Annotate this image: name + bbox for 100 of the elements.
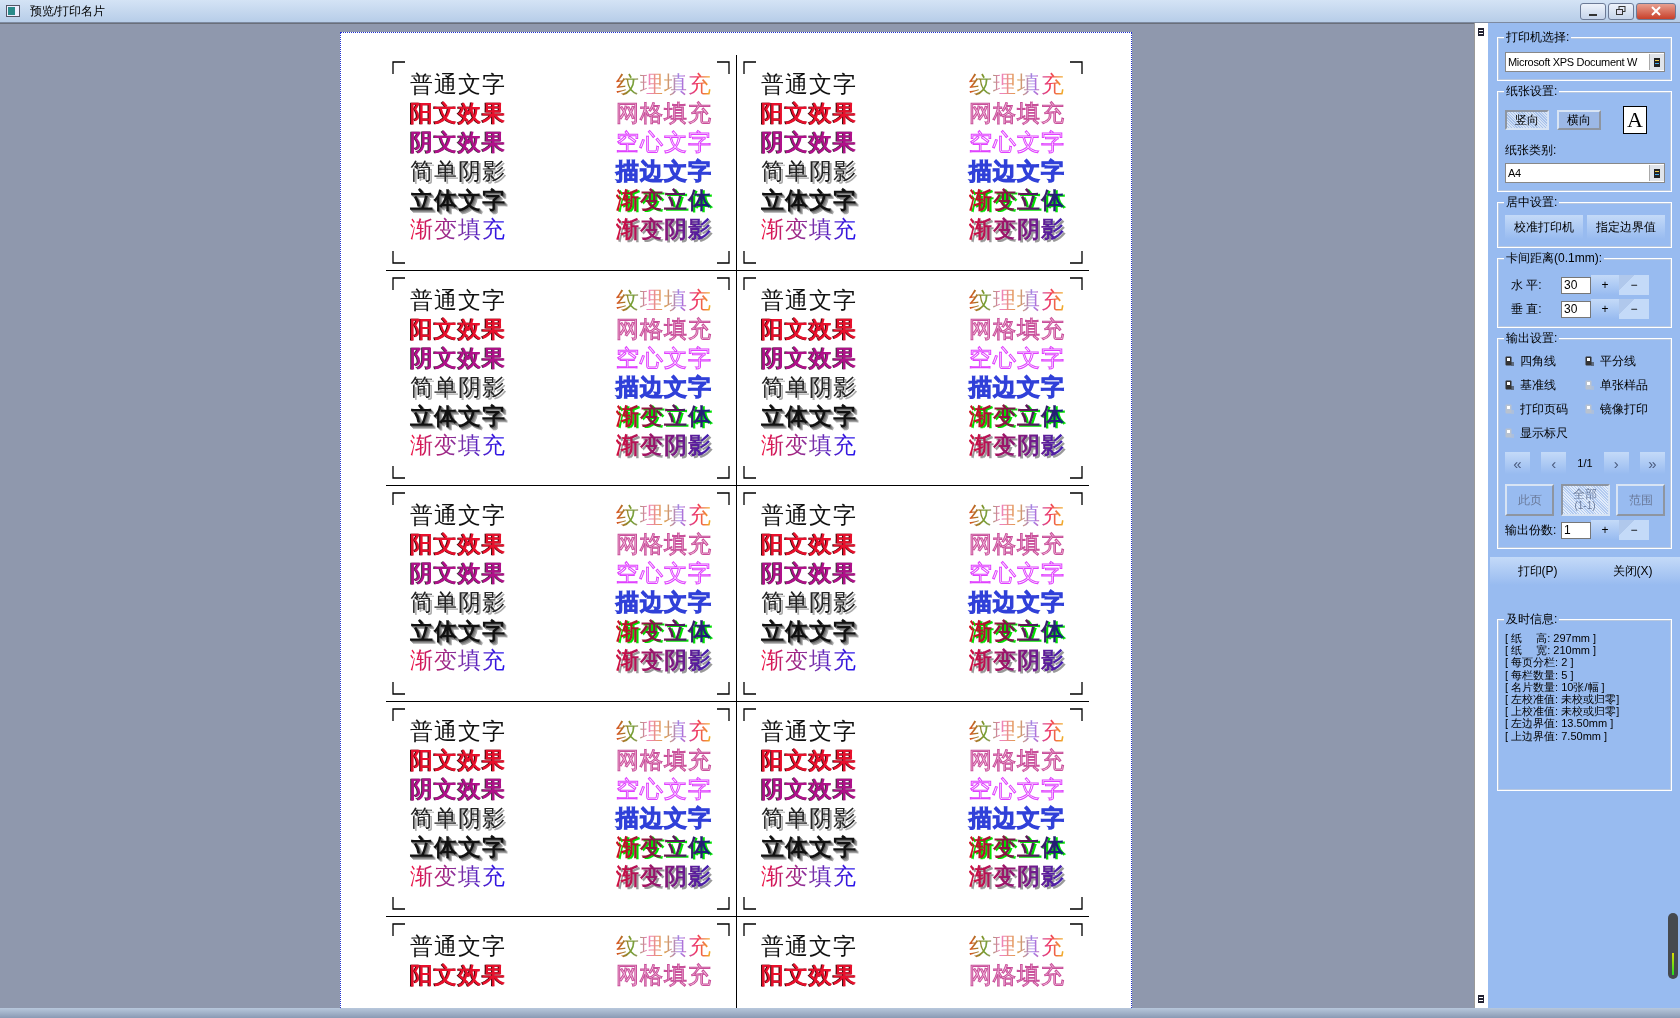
dropdown-field[interactable]: A4 [1505, 163, 1665, 183]
number-field[interactable]: 1 [1561, 521, 1591, 539]
effect-text: 阴文效果 [410, 774, 506, 804]
number-field[interactable]: 30 [1561, 300, 1591, 318]
action-button[interactable]: 打印(P) [1490, 557, 1585, 585]
close-button[interactable] [1636, 2, 1676, 20]
close-icon [1651, 6, 1661, 16]
crop-mark [716, 923, 730, 937]
crop-mark [1069, 923, 1083, 937]
effect-text: 网格填充 [969, 745, 1065, 775]
effect-text: 渐变立体 [969, 401, 1065, 431]
range-button[interactable]: 全部 (1-1) [1560, 484, 1610, 516]
effect-text: 渐变立体 [616, 617, 712, 646]
option-label: 显示标尺 [1520, 425, 1568, 442]
action-button[interactable]: 指定边界值 [1587, 215, 1665, 239]
increment-button[interactable]: + [1591, 520, 1619, 540]
dropdown-value: A4 [1507, 167, 1522, 179]
crop-mark [392, 896, 406, 910]
number-field[interactable]: 30 [1561, 276, 1591, 294]
restore-icon [1616, 6, 1626, 16]
effect-text: 网格填充 [969, 99, 1065, 128]
checkbox-icon[interactable] [1505, 380, 1514, 391]
effect-text: 渐变填充 [761, 430, 857, 460]
effect-text: 渐变阴影 [616, 646, 712, 675]
effect-text: 描边文字 [616, 588, 712, 617]
effect-text: 空心文字 [616, 559, 712, 588]
info-line: [ 左校准值: 未校或归零] [1505, 693, 1621, 706]
orientation-button[interactable]: 横向 [1557, 110, 1601, 130]
effect-text: 立体文字 [410, 617, 506, 646]
first-page-button[interactable]: « [1505, 452, 1530, 474]
crop-mark [716, 707, 730, 722]
dropdown-field[interactable]: Microsoft XPS Document W [1505, 52, 1665, 72]
effect-text: 立体文字 [761, 832, 857, 862]
crop-mark [743, 896, 757, 910]
previous-page-button[interactable]: ‹ [1541, 452, 1567, 474]
effect-text: 立体文字 [410, 401, 506, 431]
effect-text: 纹理填充 [616, 70, 712, 99]
effect-text: 渐变填充 [410, 861, 506, 891]
increment-button[interactable]: + [1591, 299, 1619, 319]
checkbox-icon[interactable] [1505, 428, 1514, 439]
last-page-button[interactable]: » [1640, 452, 1665, 474]
action-button[interactable]: 关闭(X) [1585, 557, 1680, 585]
restore-button[interactable] [1608, 2, 1634, 20]
crop-mark [716, 276, 730, 291]
crop-mark [1069, 896, 1083, 910]
effect-text: 描边文字 [969, 157, 1065, 186]
option-label: 基准线 [1520, 377, 1556, 394]
crop-mark [392, 707, 406, 722]
next-page-button[interactable]: › [1603, 452, 1629, 474]
effect-text: 阳文效果 [410, 530, 506, 559]
effect-text: 简单阴影 [410, 157, 506, 186]
effect-text: 网格填充 [616, 99, 712, 128]
decrement-button[interactable]: − [1619, 275, 1649, 295]
checkbox-icon[interactable] [1505, 356, 1514, 367]
window-title: 预览/打印名片 [30, 2, 106, 20]
crop-mark [1069, 276, 1083, 291]
effect-text: 纹理填充 [616, 716, 712, 746]
crop-mark [1069, 61, 1083, 75]
increment-button[interactable]: + [1591, 275, 1619, 295]
effect-text: 立体文字 [410, 186, 506, 215]
effect-text: 渐变填充 [761, 861, 857, 891]
effect-text: 渐变阴影 [616, 215, 712, 244]
effect-text: 渐变填充 [761, 215, 857, 244]
effect-text: 渐变阴影 [969, 646, 1065, 675]
effect-text: 空心文字 [616, 774, 712, 804]
decrement-button[interactable]: − [1619, 520, 1649, 540]
checkbox-icon[interactable] [1585, 356, 1594, 367]
action-button[interactable]: 校准打印机 [1505, 215, 1583, 239]
effect-text: 阳文效果 [410, 314, 506, 344]
info-line: [ 每栏数量: 5 ] [1505, 668, 1574, 681]
orientation-button[interactable]: 竖向 [1505, 110, 1549, 130]
effect-text: 纹理填充 [969, 716, 1065, 746]
effect-text: 网格填充 [969, 530, 1065, 559]
effect-text: 渐变立体 [616, 186, 712, 215]
effect-text: 阴文效果 [410, 128, 506, 157]
crop-mark [1069, 707, 1083, 722]
effect-text: 普通文字 [410, 285, 506, 315]
crop-mark [716, 61, 730, 75]
effect-text: 渐变阴影 [969, 861, 1065, 891]
effect-text: 渐变阴影 [969, 430, 1065, 460]
minimize-button[interactable] [1580, 2, 1606, 20]
effect-text: 普通文字 [410, 70, 506, 99]
effect-text: 阳文效果 [761, 99, 857, 128]
grip-icon [1476, 27, 1485, 37]
effect-text: 阳文效果 [761, 530, 857, 559]
checkbox-icon[interactable] [1505, 404, 1514, 415]
effect-text: 普通文字 [761, 70, 857, 99]
info-line: [ 上边界值: 7.50mm ] [1505, 729, 1609, 742]
crop-mark [716, 465, 730, 479]
effect-text: 空心文字 [969, 559, 1065, 588]
checkbox-icon[interactable] [1585, 404, 1594, 415]
checkbox-icon[interactable] [1585, 380, 1594, 391]
decrement-button[interactable]: − [1619, 299, 1649, 319]
effect-text: 简单阴影 [761, 157, 857, 186]
effect-text: 简单阴影 [761, 803, 857, 833]
meter-widget [1668, 913, 1678, 979]
crop-mark [392, 492, 406, 506]
vertical-scrollbar[interactable] [1474, 23, 1486, 1008]
effect-text: 网格填充 [616, 530, 712, 559]
effect-text: 立体文字 [761, 186, 857, 215]
